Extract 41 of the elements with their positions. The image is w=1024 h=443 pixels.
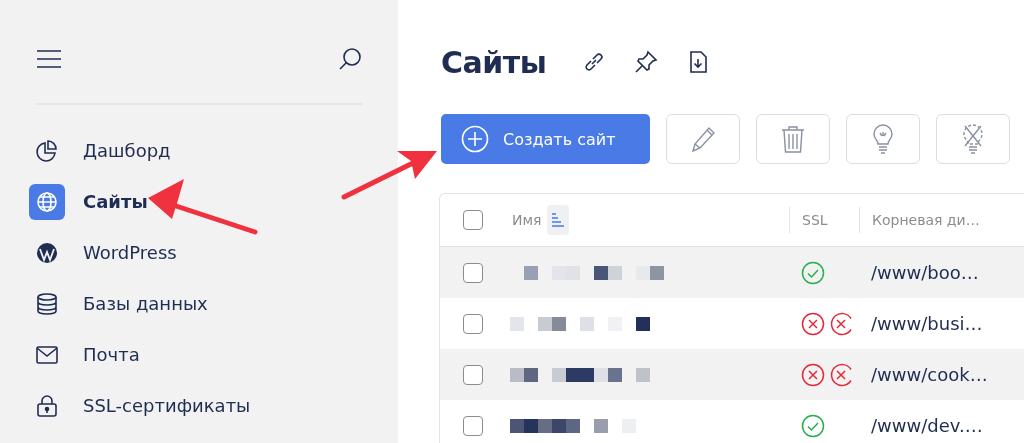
cross-circle-icon	[829, 311, 853, 336]
root-directory-cell-text: /www/cook…	[870, 364, 989, 385]
disable-button[interactable]	[936, 114, 1010, 164]
plus-circle-icon	[461, 125, 489, 153]
search-icon[interactable]	[338, 47, 362, 71]
root-directory-cell-text: /www/dev.…	[870, 415, 984, 436]
trash-icon	[779, 124, 807, 154]
edit-button[interactable]	[666, 114, 740, 164]
cross-circle-icon	[829, 362, 853, 387]
column-header[interactable]: SSL	[802, 212, 828, 228]
root-directory-cell-text: /www/busi…	[870, 313, 984, 334]
cross-circle-icon	[801, 362, 825, 387]
row-checkbox[interactable]	[463, 415, 483, 436]
row-checkbox[interactable]	[463, 313, 483, 334]
row-checkbox[interactable]	[463, 364, 483, 385]
delete-button[interactable]	[756, 114, 830, 164]
sidebar-icon-tile[interactable]	[29, 183, 65, 220]
cross-circle-icon	[801, 311, 825, 336]
sidebar-item[interactable]: WordPress	[83, 242, 177, 263]
create-site-button[interactable]: Создать сайт	[441, 114, 650, 164]
page-title: Сайты	[441, 44, 547, 80]
menu-icon[interactable]	[37, 50, 61, 68]
sort-icon[interactable]	[547, 205, 570, 235]
sidebar-item[interactable]: Дашборд	[83, 140, 171, 161]
wordpress-icon	[35, 240, 59, 265]
check-circle-icon	[801, 260, 825, 285]
root-directory-cell-text: /www/boo…	[870, 262, 980, 283]
sidebar-item[interactable]: Базы данных	[83, 293, 208, 314]
database-icon	[35, 291, 59, 316]
pie-chart-icon	[35, 138, 59, 163]
globe-icon	[35, 189, 59, 214]
enable-button[interactable]	[846, 114, 920, 164]
lock-icon	[35, 393, 59, 418]
pencil-icon	[689, 124, 717, 154]
sidebar-item[interactable]: Сайты	[83, 191, 148, 212]
select-all-checkbox[interactable]	[463, 210, 483, 230]
row-checkbox[interactable]	[463, 262, 483, 283]
sidebar-item[interactable]: Почта	[83, 344, 140, 365]
pin-icon[interactable]	[634, 50, 659, 74]
sidebar-item[interactable]: SSL-сертификаты	[83, 395, 251, 416]
check-circle-icon	[801, 413, 825, 438]
